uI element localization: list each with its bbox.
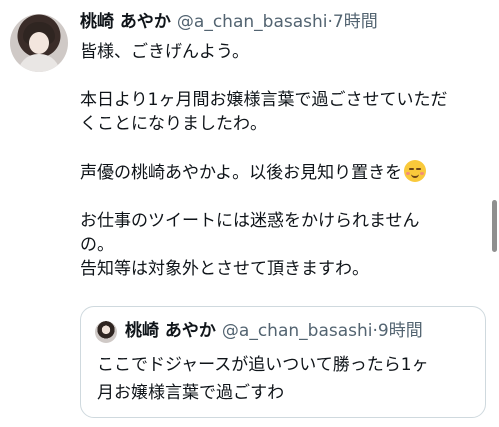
quoted-tweet-line: ここでドジャースが追いついて勝ったら1ヶ [97,355,429,375]
avatar-face [29,32,49,54]
tweet-line: お仕事のツイートには迷惑をかけられません [80,211,420,231]
avatar-body [18,54,60,72]
author-display-name[interactable]: 桃崎 あやか [80,12,171,32]
tweet-text: 皆様、ごきげんよう。 本日より1ヶ月間お嬢様言葉で過ごさせていただ くことになり… [80,40,480,281]
author-handle[interactable]: @a_chan_basashi [177,12,328,32]
tweet-line-blank [80,136,480,160]
quoted-author-handle: @a_chan_basashi [221,321,373,341]
smiling-face-icon [404,160,427,182]
tweet-line: 告知等は対象外とさせて頂きますわ。 [80,259,369,279]
quoted-tweet-line: 月お嬢様言葉で過ごすわ [97,383,285,403]
tweet-time[interactable]: ·7時間 [328,12,378,32]
scrollbar-thumb[interactable] [492,200,497,252]
quoted-tweet-text: ここでドジャースが追いついて勝ったら1ヶ 月お嬢様言葉で過ごすわ [97,351,477,407]
quoted-tweet-time: ·9時間 [372,321,423,341]
tweet-line-blank [80,185,480,209]
tweet-line: の。 [80,235,114,255]
tweet-line: 皆様、ごきげんよう。 [80,42,249,62]
author-avatar[interactable] [10,14,68,72]
tweet-line-blank [80,64,480,88]
quoted-tweet-header: 桃崎 あやか @a_chan_basashi·9時間 [125,319,423,343]
tweet-line: 本日より1ヶ月間お嬢様言葉で過ごさせていただ [80,90,448,110]
tweet-header: 桃崎 あやか @a_chan_basashi·7時間 [80,10,378,34]
quoted-tweet[interactable]: 桃崎 あやか @a_chan_basashi·9時間 ここでドジャースが追いついて… [80,306,486,418]
quoted-author-display-name: 桃崎 あやか [125,321,216,341]
tweet-line: 声優の桃崎あやかよ。以後お見知り置きを [80,163,403,183]
tweet[interactable]: 桃崎 あやか @a_chan_basashi·7時間 皆様、ごきげんよう。 本日よ… [0,0,499,427]
quoted-author-avatar [95,321,117,343]
tweet-line: くことになりましたわ。 [80,114,267,134]
tweet-line-with-emoji: 声優の桃崎あやかよ。以後お見知り置きを [80,160,480,185]
